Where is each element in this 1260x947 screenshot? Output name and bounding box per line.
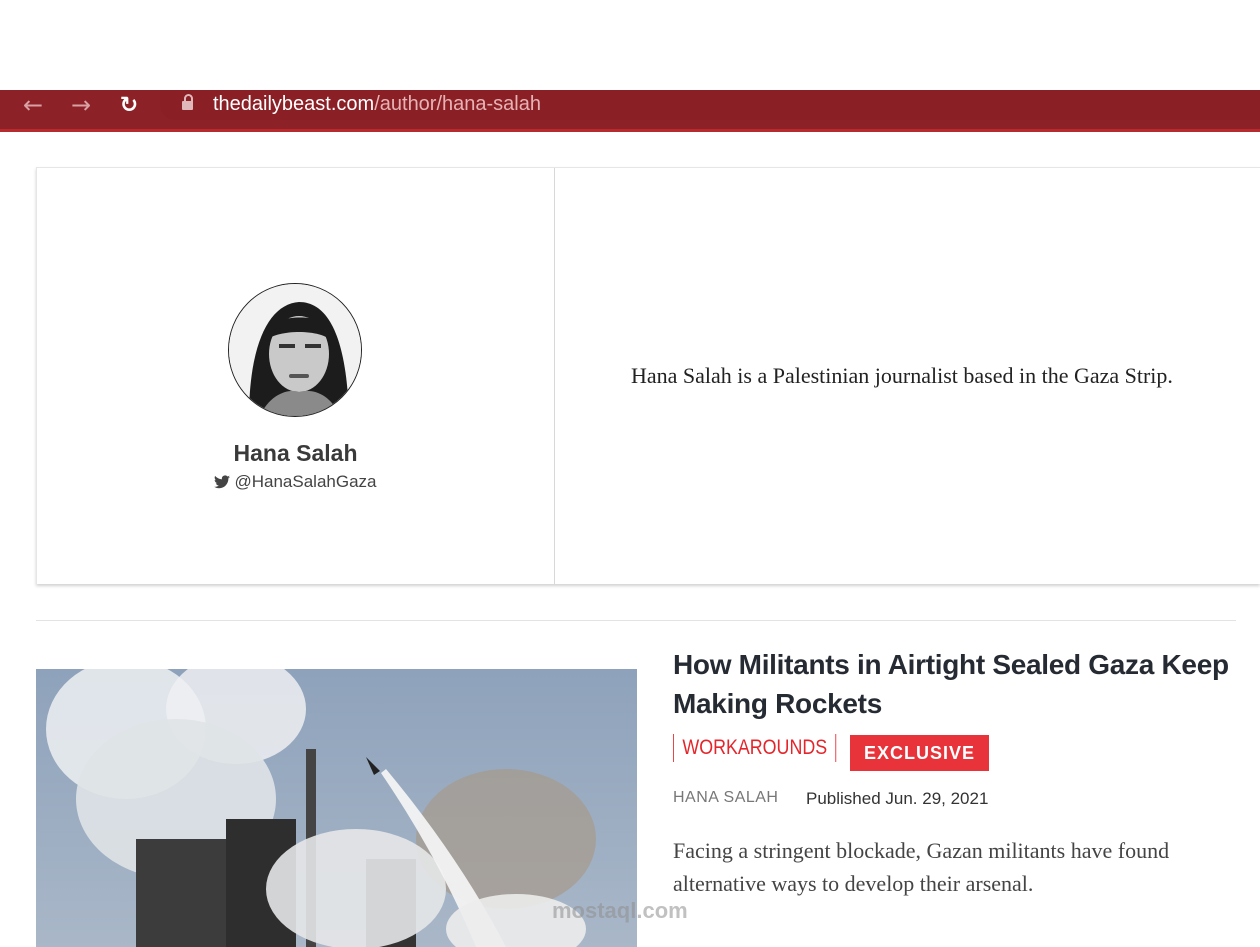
rocket-launch-photo bbox=[36, 669, 637, 947]
article-title[interactable]: How Militants in Airtight Sealed Gaza Ke… bbox=[673, 645, 1253, 723]
browser-top-area bbox=[0, 0, 1260, 90]
back-button[interactable]: ← bbox=[16, 90, 50, 120]
arrow-right-icon: → bbox=[70, 91, 92, 119]
article-published-date: Published Jun. 29, 2021 bbox=[806, 789, 989, 808]
author-twitter-link[interactable]: @HanaSalahGaza bbox=[37, 472, 554, 492]
section-separator bbox=[36, 620, 1236, 621]
article-teaser: Facing a stringent blockade, Gazan milit… bbox=[673, 838, 1170, 896]
lock-icon bbox=[182, 94, 193, 111]
exclusive-badge: EXCLUSIVE bbox=[850, 735, 989, 771]
author-avatar bbox=[228, 283, 362, 417]
arrow-left-icon: ← bbox=[22, 91, 44, 119]
url-path: /author/hana-salah bbox=[374, 93, 541, 115]
url-text[interactable]: thedailybeast.com/author/hana-salah bbox=[213, 93, 541, 116]
reload-button[interactable]: ↻ bbox=[112, 90, 146, 120]
reload-icon: ↻ bbox=[119, 92, 139, 118]
author-bio: Hana Salah is a Palestinian journalist b… bbox=[631, 363, 1173, 388]
author-name: Hana Salah bbox=[233, 440, 358, 466]
forward-button[interactable]: → bbox=[64, 90, 98, 120]
twitter-handle: @HanaSalahGaza bbox=[234, 472, 377, 491]
author-photo bbox=[229, 284, 361, 416]
address-bar[interactable]: thedailybeast.com/author/hana-salah bbox=[160, 90, 1260, 120]
browser-toolbar: ← → ↻ thedailybeast.com/author/hana-sala… bbox=[0, 90, 1260, 132]
url-domain: thedailybeast.com bbox=[213, 93, 375, 115]
twitter-icon bbox=[214, 475, 231, 489]
section-tag[interactable]: WORKAROUNDS bbox=[673, 734, 837, 762]
card-divider bbox=[554, 168, 555, 584]
article-image[interactable] bbox=[36, 669, 637, 947]
article-byline[interactable]: HANA SALAH bbox=[673, 789, 778, 807]
author-card: Hana Salah @HanaSalahGaza Hana Salah is … bbox=[36, 167, 1260, 584]
